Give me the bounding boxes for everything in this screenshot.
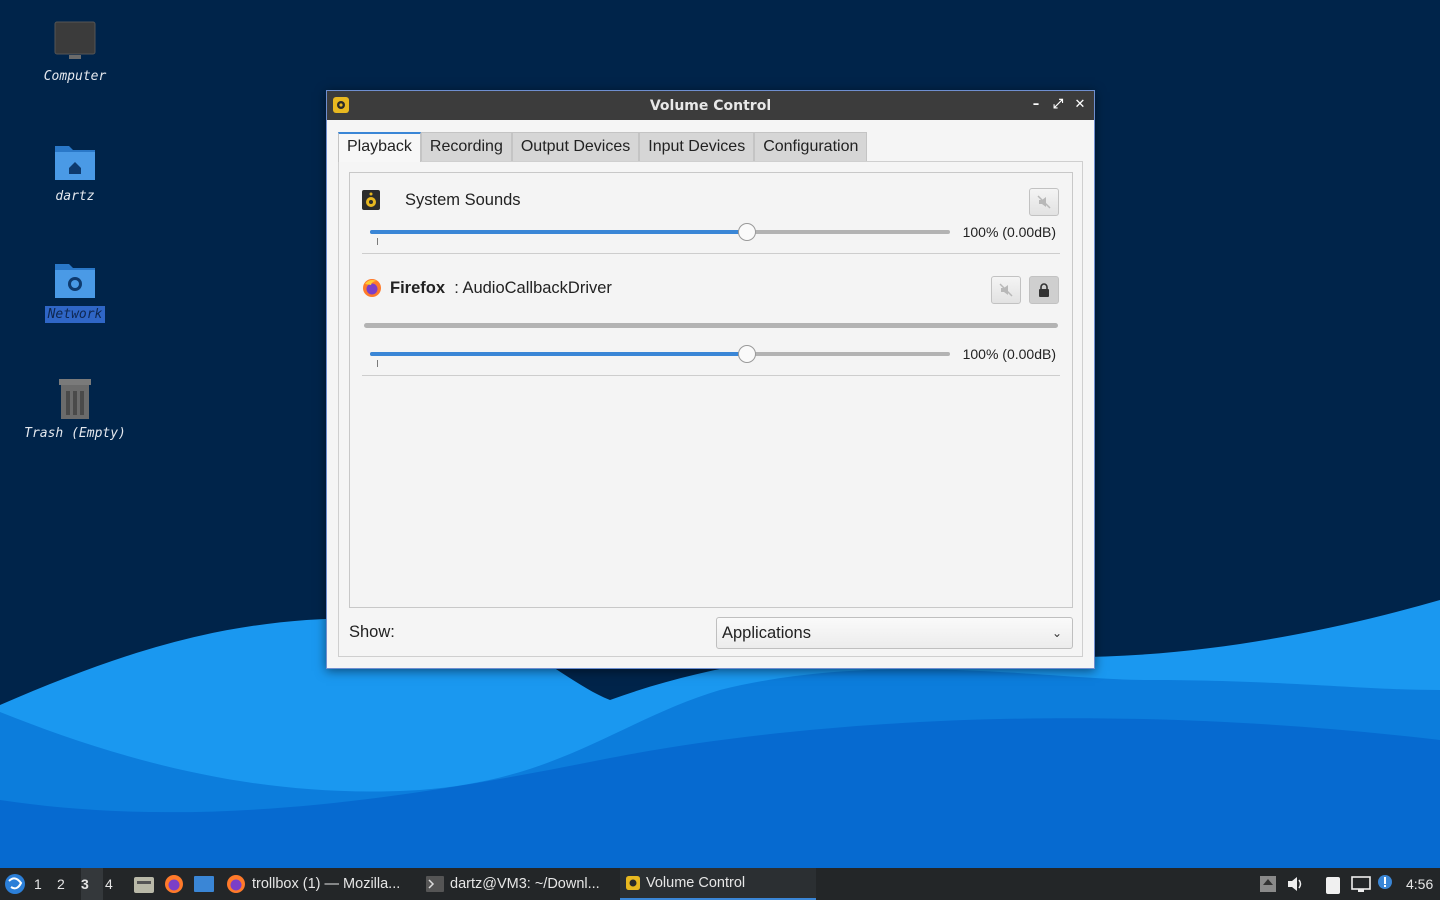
- playback-panel: System Sounds 100% (0.00dB) Firefox : Au…: [338, 161, 1083, 657]
- trash-icon: [53, 377, 97, 421]
- tab-playback[interactable]: Playback: [338, 132, 421, 162]
- workspace-1[interactable]: 1: [34, 868, 56, 900]
- firefox-icon: [165, 875, 183, 893]
- file-manager-icon: [134, 877, 154, 893]
- task-label: trollbox (1) — Mozilla...: [252, 876, 401, 892]
- minimize-button[interactable]: –: [1028, 96, 1044, 114]
- desktop-icon-label: dartz: [55, 189, 95, 204]
- stream-app-name: Firefox: [390, 278, 446, 297]
- start-menu-button[interactable]: [4, 868, 26, 900]
- stream-system-sounds: System Sounds 100% (0.00dB): [362, 188, 1060, 254]
- tray-updates-icon[interactable]: [1259, 876, 1277, 892]
- workspace-3[interactable]: 3: [81, 868, 103, 900]
- speaker-icon: [362, 190, 380, 210]
- computer-icon: [53, 20, 97, 64]
- workspace-4[interactable]: 4: [105, 868, 127, 900]
- chevron-down-icon: ⌄: [1051, 626, 1062, 640]
- slider-handle[interactable]: [738, 223, 756, 241]
- stream-name: Firefox : AudioCallbackDriver: [390, 279, 612, 298]
- tab-configuration[interactable]: Configuration: [754, 132, 868, 162]
- clock[interactable]: 4:56: [1406, 868, 1433, 900]
- desktop-icon-label: Computer: [43, 69, 107, 84]
- maximize-button[interactable]: ⤢: [1050, 96, 1066, 114]
- quicklaunch-firefox[interactable]: [164, 868, 184, 900]
- stream-separator: [362, 253, 1060, 254]
- firefox-icon: [227, 875, 245, 893]
- home-folder-icon: [53, 140, 97, 184]
- volume-app-icon: [333, 97, 349, 117]
- volume-app-icon: [626, 876, 640, 890]
- show-label: Show:: [349, 623, 395, 641]
- stream-level-meter: [364, 323, 1058, 328]
- volume-slider[interactable]: [370, 223, 950, 245]
- stream-list[interactable]: System Sounds 100% (0.00dB) Firefox : Au…: [349, 172, 1073, 608]
- desktop-icon-home[interactable]: dartz: [10, 140, 140, 205]
- task-terminal[interactable]: dartz@VM3: ~/Downl...: [420, 868, 606, 900]
- workspace-2[interactable]: 2: [57, 868, 79, 900]
- volume-value: 100% (0.00dB): [962, 346, 1056, 362]
- firefox-icon: [362, 278, 382, 298]
- window-title: Volume Control: [649, 97, 772, 114]
- tray-notification-icon[interactable]: [1377, 874, 1395, 890]
- tray-network-icon[interactable]: [1351, 876, 1371, 892]
- desktop-icon-trash[interactable]: Trash (Empty): [10, 377, 140, 442]
- close-button[interactable]: ✕: [1072, 96, 1088, 114]
- desktop-icon-label: Trash (Empty): [24, 426, 126, 441]
- lock-channels-button[interactable]: [1029, 276, 1059, 304]
- task-label: Volume Control: [646, 875, 746, 891]
- stream-firefox: Firefox : AudioCallbackDriver 100% (0.00…: [362, 276, 1060, 376]
- network-folder-icon: [53, 258, 97, 302]
- quicklaunch-file-manager[interactable]: [134, 868, 154, 900]
- mute-button[interactable]: [991, 276, 1021, 304]
- lxqt-logo-icon: [5, 874, 25, 894]
- tab-bar: Playback Recording Output Devices Input …: [338, 132, 868, 162]
- taskbar: 1 2 3 4 trollbox (1) — Mozilla... dartz@…: [0, 868, 1440, 900]
- volume-control-window: Volume Control – ⤢ ✕ Playback Recording …: [326, 90, 1095, 669]
- volume-slider[interactable]: [370, 345, 950, 367]
- task-volume-control[interactable]: Volume Control: [620, 868, 816, 900]
- stream-media-name: : AudioCallbackDriver: [454, 278, 612, 297]
- show-select[interactable]: Applications ⌄: [716, 617, 1073, 649]
- task-firefox[interactable]: trollbox (1) — Mozilla...: [220, 868, 406, 900]
- mute-button[interactable]: [1029, 188, 1059, 216]
- stream-name: System Sounds: [405, 190, 521, 209]
- mute-icon: [999, 283, 1013, 297]
- tab-recording[interactable]: Recording: [420, 132, 512, 162]
- slider-handle[interactable]: [738, 345, 756, 363]
- show-selected-value: Applications: [722, 624, 811, 642]
- desktop-icon-label: Network: [44, 306, 106, 323]
- volume-value: 100% (0.00dB): [962, 224, 1056, 240]
- tray-volume-icon[interactable]: [1287, 876, 1305, 892]
- tab-output-devices[interactable]: Output Devices: [511, 132, 640, 162]
- quicklaunch-show-desktop[interactable]: [194, 868, 214, 900]
- tray-clipboard-icon[interactable]: [1324, 876, 1342, 894]
- show-filter-row: Show: Applications ⌄: [349, 617, 1073, 649]
- window-titlebar[interactable]: Volume Control – ⤢ ✕: [327, 91, 1094, 120]
- mute-icon: [1037, 195, 1051, 209]
- terminal-icon: [426, 876, 444, 892]
- task-label: dartz@VM3: ~/Downl...: [450, 876, 600, 892]
- lock-icon: [1039, 283, 1049, 297]
- tab-input-devices[interactable]: Input Devices: [639, 132, 755, 162]
- stream-separator: [362, 375, 1060, 376]
- desktop-icon: [194, 876, 214, 892]
- desktop-icon-computer[interactable]: Computer: [10, 20, 140, 85]
- desktop-icon-network[interactable]: Network: [10, 258, 140, 323]
